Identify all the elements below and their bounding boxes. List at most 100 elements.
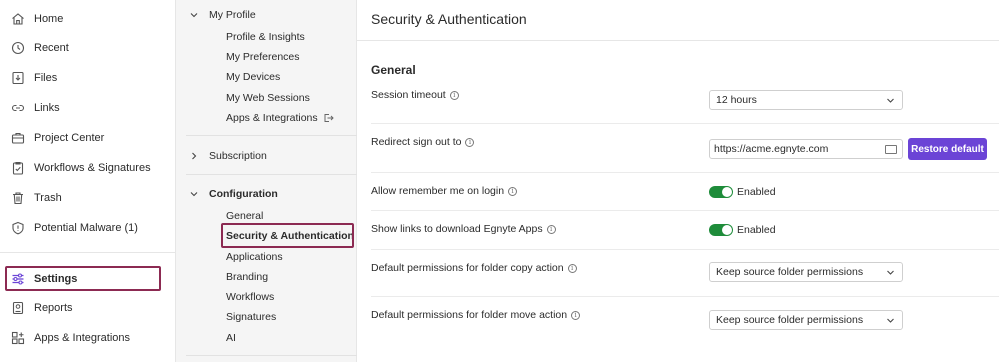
external-link-icon [324, 114, 334, 122]
row-divider [371, 123, 999, 124]
nav-item-reports[interactable]: Reports [0, 297, 176, 319]
show-links-toggle[interactable] [709, 224, 733, 236]
nav-divider [186, 135, 357, 136]
section-subscription[interactable]: Subscription [176, 146, 357, 166]
sub-item-applications[interactable]: Applications [226, 248, 283, 266]
chevron-down-icon [887, 318, 894, 323]
nav-item-trash[interactable]: Trash [0, 187, 176, 209]
section-label: My Profile [209, 9, 256, 21]
chevron-down-icon [887, 98, 894, 103]
nav-item-label: Trash [34, 192, 62, 204]
nav-item-label: Project Center [34, 132, 105, 144]
nav-divider [186, 174, 357, 175]
nav-item-settings[interactable]: Settings [0, 268, 176, 290]
nav-item-recent[interactable]: Recent [0, 37, 176, 59]
session-timeout-label: Session timeout i [371, 89, 459, 101]
sub-item-profile-insights[interactable]: Profile & Insights [226, 28, 305, 46]
row-divider [371, 210, 999, 211]
input-value: https://acme.egnyte.com [714, 143, 829, 155]
section-configuration[interactable]: Configuration [176, 184, 357, 204]
select-value: Keep source folder permissions [716, 314, 864, 326]
nav-divider [0, 252, 176, 253]
sub-item-ai[interactable]: AI [226, 329, 236, 347]
session-timeout-select[interactable]: 12 hours [709, 90, 903, 110]
chevron-down-icon [190, 192, 198, 197]
nav-item-links[interactable]: Links [0, 97, 176, 119]
redirect-url-input[interactable]: https://acme.egnyte.com [709, 139, 903, 159]
row-divider [371, 296, 999, 297]
settings-nav: My Profile Profile & Insights My Prefere… [176, 0, 357, 362]
row-label-text: Default permissions for folder copy acti… [371, 262, 564, 274]
row-label-text: Session timeout [371, 89, 446, 101]
row-label-text: Show links to download Egnyte Apps [371, 223, 543, 235]
files-icon [10, 70, 26, 86]
info-icon[interactable]: i [449, 90, 459, 100]
clipboard-check-icon [10, 160, 26, 176]
section-my-profile[interactable]: My Profile [176, 5, 357, 25]
sub-item-branding[interactable]: Branding [226, 268, 268, 286]
shield-alert-icon [10, 220, 26, 236]
move-permissions-select[interactable]: Keep source folder permissions [709, 310, 903, 330]
show-links-label: Show links to download Egnyte Apps i [371, 223, 556, 235]
nav-item-potential-malware[interactable]: Potential Malware (1) [0, 217, 176, 239]
row-divider [371, 249, 999, 250]
sub-item-signatures[interactable]: Signatures [226, 308, 276, 326]
nav-item-label: Potential Malware (1) [34, 222, 138, 234]
toggle-state-label: Enabled [737, 224, 776, 236]
nav-item-apps-integrations[interactable]: Apps & Integrations [0, 327, 176, 349]
nav-item-label: Home [34, 13, 64, 25]
info-icon[interactable]: i [567, 263, 577, 273]
sub-item-apps-integrations[interactable]: Apps & Integrations [226, 109, 334, 127]
nav-item-label: Reports [34, 302, 73, 314]
copy-permissions-select[interactable]: Keep source folder permissions [709, 262, 903, 282]
briefcase-icon [10, 130, 26, 146]
sub-item-my-devices[interactable]: My Devices [226, 68, 280, 86]
info-icon[interactable]: i [465, 137, 475, 147]
sub-item-security-authentication[interactable]: Security & Authentication [226, 227, 354, 245]
chevron-right-icon [192, 152, 197, 160]
remember-me-toggle[interactable] [709, 186, 733, 198]
row-label-text: Allow remember me on login [371, 185, 505, 197]
row-label-text: Default permissions for folder move acti… [371, 309, 568, 321]
select-value: 12 hours [716, 94, 757, 106]
row-label-text: Redirect sign out to [371, 136, 462, 148]
link-icon [10, 100, 26, 116]
nav-item-files[interactable]: Files [0, 67, 176, 89]
sub-item-my-web-sessions[interactable]: My Web Sessions [226, 89, 310, 107]
section-label: Subscription [209, 150, 267, 162]
restore-default-button[interactable]: Restore default [908, 138, 987, 160]
sub-item-my-preferences[interactable]: My Preferences [226, 48, 300, 66]
apps-icon [10, 330, 26, 346]
main-sidebar: Home Recent Files Links Project Center W… [0, 0, 176, 362]
clock-icon [10, 40, 26, 56]
sliders-icon [10, 271, 26, 287]
report-icon [10, 300, 26, 316]
sub-item-workflows[interactable]: Workflows [226, 288, 274, 306]
nav-item-label: Recent [34, 42, 69, 54]
nav-item-project-center[interactable]: Project Center [0, 127, 176, 149]
home-icon [10, 11, 26, 27]
redirect-label: Redirect sign out to i [371, 136, 475, 148]
row-divider [371, 172, 999, 173]
info-icon[interactable]: i [546, 224, 556, 234]
chevron-down-icon [190, 13, 198, 18]
page-title: Security & Authentication [371, 11, 527, 27]
info-icon[interactable]: i [508, 186, 518, 196]
section-label: Configuration [209, 188, 278, 200]
contact-card-icon [885, 145, 897, 154]
toggle-state-label: Enabled [737, 186, 776, 198]
nav-item-label: Links [34, 102, 60, 114]
nav-item-label: Files [34, 72, 58, 84]
nav-item-home[interactable]: Home [0, 8, 176, 30]
select-value: Keep source folder permissions [716, 266, 864, 278]
nav-divider [186, 355, 357, 356]
nav-item-label: Apps & Integrations [34, 332, 131, 344]
nav-item-workflows-signatures[interactable]: Workflows & Signatures [0, 157, 176, 179]
nav-item-label: Settings [34, 273, 78, 285]
nav-item-label: Workflows & Signatures [34, 162, 151, 174]
section-title: General [371, 63, 416, 77]
move-permissions-label: Default permissions for folder move acti… [371, 309, 581, 321]
sub-item-general[interactable]: General [226, 207, 263, 225]
info-icon[interactable]: i [571, 310, 581, 320]
chevron-down-icon [887, 270, 894, 275]
